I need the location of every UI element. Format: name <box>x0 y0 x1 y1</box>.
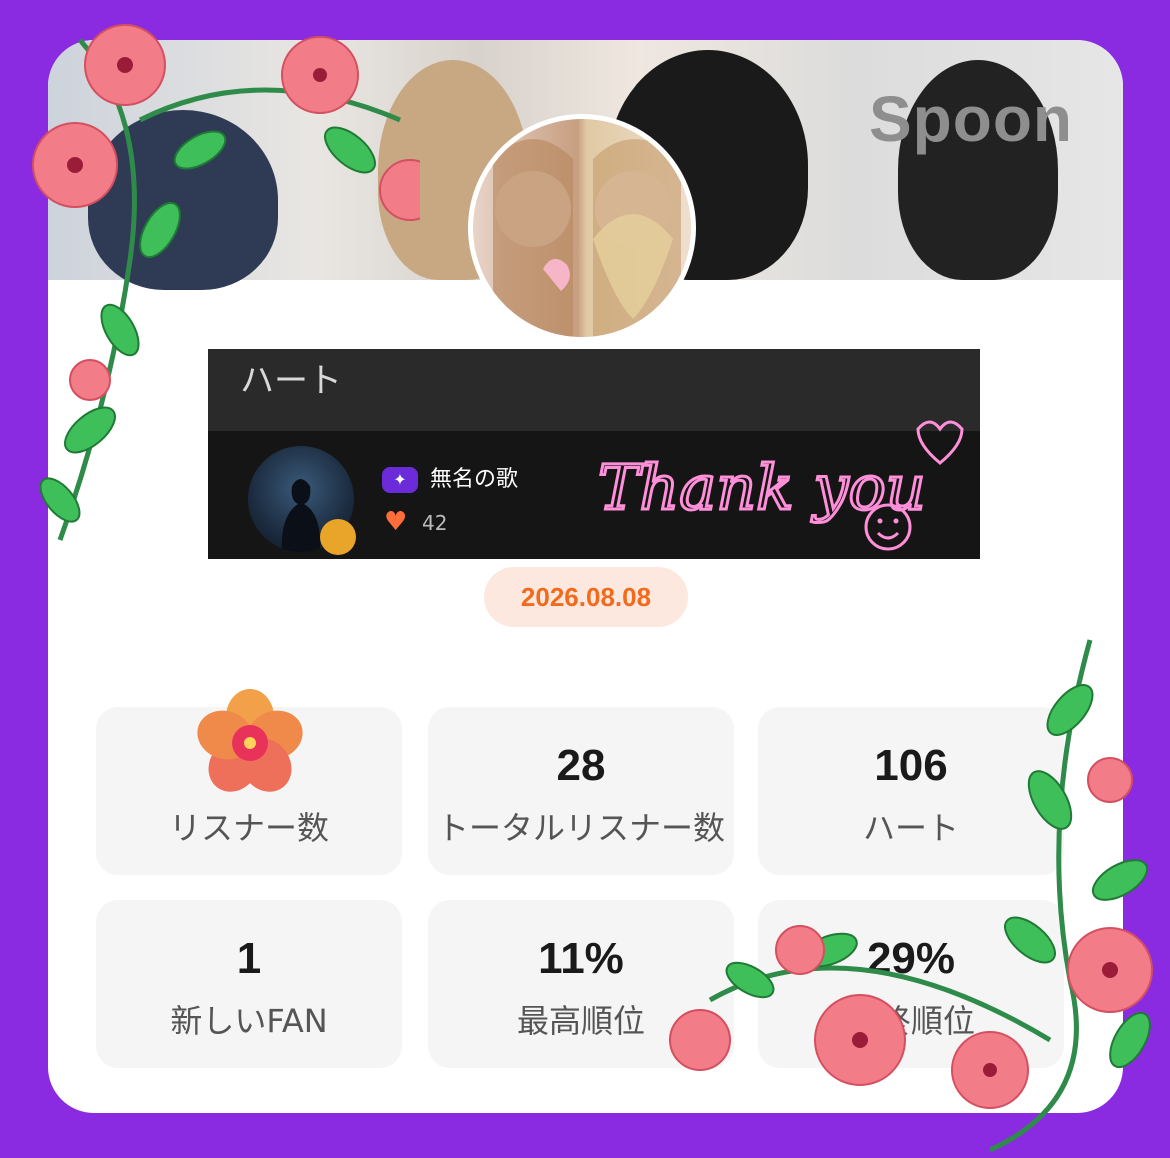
sparkle-badge-icon: ✦ <box>382 467 418 493</box>
hearts-panel: ハート ✦ 無名の歌 ♥ 42 Thank you <box>208 349 980 559</box>
hibiscus-icon <box>197 689 303 792</box>
stat-label: 新しいFAN <box>170 1002 328 1040</box>
stat-highest-rank: 11% 最高順位 <box>428 900 734 1068</box>
stat-hearts: 106 ハート <box>758 707 1064 875</box>
stats-card: Spoon ハート ✦ 無名の歌 ♥ 42 Thank you 2026.08.… <box>48 40 1123 1113</box>
stat-total-listeners: 28 トータルリスナー数 <box>428 707 734 875</box>
stat-label: 最終順位 <box>846 1002 975 1040</box>
doll-image-1 <box>88 110 278 290</box>
stat-label: トータルリスナー数 <box>436 809 725 847</box>
stat-label: リスナー数 <box>168 809 329 847</box>
stat-label: 最高順位 <box>516 1002 645 1040</box>
user-name[interactable]: 無名の歌 <box>430 461 518 493</box>
thank-you-text: Thank you <box>598 451 926 524</box>
gold-badge-icon <box>320 519 356 555</box>
stat-listeners: リスナー数 <box>96 689 402 875</box>
stat-new-fans: 1 新しいFAN <box>96 900 402 1068</box>
stat-label: ハート <box>862 809 959 847</box>
stat-value: 28 <box>556 741 606 790</box>
profile-avatar[interactable] <box>468 114 696 342</box>
stat-value: 11% <box>538 934 624 983</box>
heart-icon: ♥ <box>384 507 408 537</box>
heart-count: 42 <box>422 511 448 535</box>
stat-value: 1 <box>236 934 262 983</box>
stat-final-rank: 29% 最終順位 <box>758 900 1064 1068</box>
stat-value: 106 <box>874 741 948 790</box>
spoon-logo: Spoon <box>868 83 1073 155</box>
stat-value: 29% <box>866 934 956 983</box>
thank-you-neon: Thank you <box>597 420 964 551</box>
stream-date: 2026.08.08 <box>484 567 688 627</box>
